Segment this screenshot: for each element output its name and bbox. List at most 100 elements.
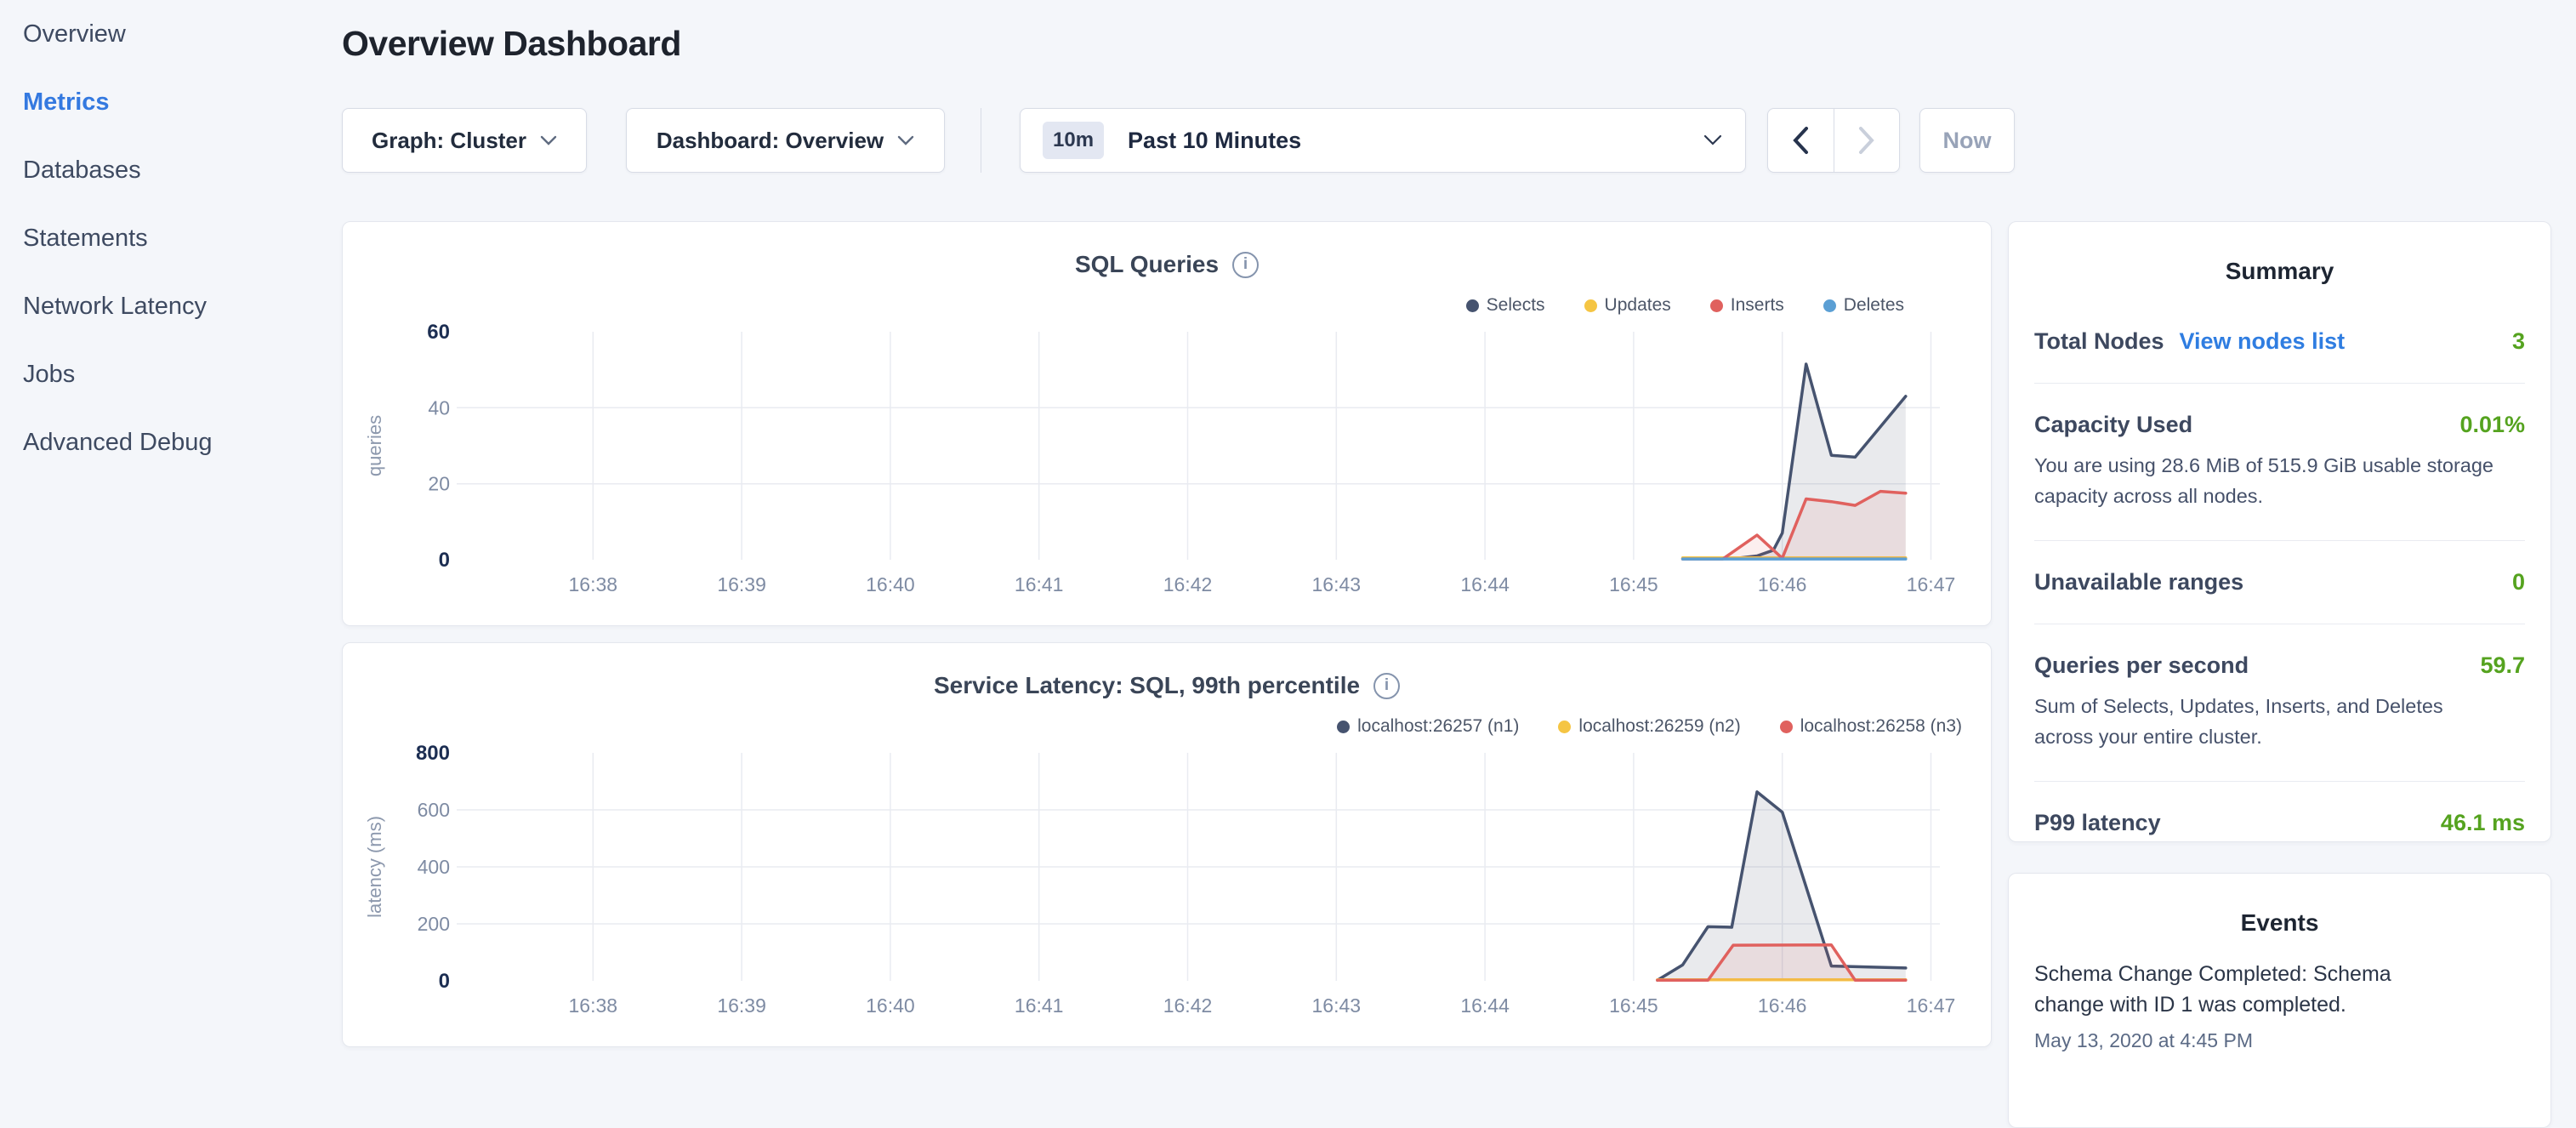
legend-color-dot-icon xyxy=(1710,299,1723,312)
legend-item: Deletes xyxy=(1823,295,1904,316)
legend-item: Updates xyxy=(1584,295,1671,316)
legend-color-dot-icon xyxy=(1780,721,1793,733)
svg-text:40: 40 xyxy=(428,396,450,419)
svg-text:20: 20 xyxy=(428,473,450,495)
dashboard-controls: Graph: Cluster Dashboard: Overview 10m P… xyxy=(342,108,2015,173)
svg-text:latency (ms): latency (ms) xyxy=(364,816,385,918)
capacity-used-value: 0.01% xyxy=(2459,412,2525,438)
legend-color-dot-icon xyxy=(1558,721,1571,733)
unavailable-ranges-value: 0 xyxy=(2512,569,2525,595)
service-latency-legend: localhost:26257 (n1) localhost:26259 (n2)… xyxy=(1337,716,1962,737)
svg-text:16:43: 16:43 xyxy=(1312,994,1362,1017)
dashboard-dropdown[interactable]: Dashboard: Overview xyxy=(626,108,945,173)
graph-scope-dropdown-label: Graph: Cluster xyxy=(372,128,526,154)
event-text: Schema Change Completed: Schema change w… xyxy=(2034,959,2442,1021)
svg-text:16:47: 16:47 xyxy=(1907,573,1956,595)
time-range-label: Past 10 Minutes xyxy=(1128,128,1301,154)
legend-color-dot-icon xyxy=(1466,299,1479,312)
summary-panel-title: Summary xyxy=(2009,222,2550,285)
svg-text:16:42: 16:42 xyxy=(1163,573,1213,595)
svg-text:16:42: 16:42 xyxy=(1163,994,1213,1017)
queries-per-second-value: 59.7 xyxy=(2480,652,2525,679)
chevron-down-icon xyxy=(1703,134,1723,146)
summary-row-unavailable-ranges: Unavailable ranges 0 xyxy=(2034,541,2525,624)
sidebar-nav: Overview Metrics Databases Statements Ne… xyxy=(0,0,340,1051)
summary-row-total-nodes: Total Nodes View nodes list 3 xyxy=(2034,300,2525,384)
queries-per-second-description: Sum of Selects, Updates, Inserts, and De… xyxy=(2034,691,2498,753)
svg-text:16:46: 16:46 xyxy=(1758,573,1807,595)
now-button[interactable]: Now xyxy=(1919,108,2015,173)
legend-color-dot-icon xyxy=(1823,299,1836,312)
sidebar-item-databases[interactable]: Databases xyxy=(0,136,340,204)
capacity-used-description: You are using 28.6 MiB of 515.9 GiB usab… xyxy=(2034,450,2498,512)
sidebar-item-metrics[interactable]: Metrics xyxy=(0,68,340,136)
sidebar-item-statements[interactable]: Statements xyxy=(0,204,340,272)
svg-text:800: 800 xyxy=(416,742,450,765)
sidebar-item-network-latency[interactable]: Network Latency xyxy=(0,272,340,340)
service-latency-chart-card: 16:38 16:39 16:40 16:41 16:42 16:43 16:44 16:45… xyxy=(342,642,1992,1047)
svg-text:16:39: 16:39 xyxy=(717,994,766,1017)
legend-color-dot-icon xyxy=(1337,721,1350,733)
events-panel: Events Schema Change Completed: Schema c… xyxy=(2008,873,2551,1128)
chevron-right-icon xyxy=(1857,125,1876,156)
unavailable-ranges-label: Unavailable ranges xyxy=(2034,569,2243,595)
svg-text:16:44: 16:44 xyxy=(1460,573,1510,595)
chevron-left-icon xyxy=(1791,125,1810,156)
info-icon[interactable]: i xyxy=(1232,252,1259,278)
svg-text:60: 60 xyxy=(427,321,450,344)
svg-text:16:45: 16:45 xyxy=(1609,573,1658,595)
sidebar-item-advanced-debug[interactable]: Advanced Debug xyxy=(0,408,340,476)
sql-queries-plot[interactable]: 16:38 16:39 16:40 16:41 16:42 16:43 16:44 16:45… xyxy=(343,222,1991,625)
service-latency-chart-title: Service Latency: SQL, 99th percentile xyxy=(934,672,1360,699)
legend-item: Selects xyxy=(1466,295,1545,316)
p99-latency-label: P99 latency xyxy=(2034,810,2161,836)
graph-scope-dropdown[interactable]: Graph: Cluster xyxy=(342,108,587,173)
now-button-label: Now xyxy=(1943,128,1992,154)
legend-item: localhost:26257 (n1) xyxy=(1337,716,1519,737)
svg-text:16:38: 16:38 xyxy=(569,573,618,595)
svg-text:16:45: 16:45 xyxy=(1609,994,1658,1017)
page-title: Overview Dashboard xyxy=(342,24,681,64)
sidebar-item-overview[interactable]: Overview xyxy=(0,0,340,68)
svg-text:queries: queries xyxy=(364,415,385,476)
time-step-buttons xyxy=(1767,108,1900,173)
svg-text:16:38: 16:38 xyxy=(569,994,618,1017)
event-list-item[interactable]: Schema Change Completed: Schema change w… xyxy=(2009,937,2550,1052)
sql-queries-chart-title: SQL Queries xyxy=(1075,251,1219,278)
legend-item: localhost:26258 (n3) xyxy=(1780,716,1962,737)
summary-row-queries-per-second: Queries per second 59.7 Sum of Selects, … xyxy=(2034,624,2525,782)
time-range-selector[interactable]: 10m Past 10 Minutes xyxy=(1020,108,1746,173)
dashboard-dropdown-label: Dashboard: Overview xyxy=(657,128,884,154)
queries-per-second-label: Queries per second xyxy=(2034,652,2249,679)
summary-row-p99-latency: P99 latency 46.1 ms xyxy=(2034,782,2525,864)
svg-text:16:43: 16:43 xyxy=(1312,573,1362,595)
overview-dashboard-page: { "sidebar": { "items": [ { "label": "Ov… xyxy=(0,0,2576,1051)
chevron-down-icon xyxy=(540,135,557,145)
info-icon[interactable]: i xyxy=(1373,673,1400,699)
capacity-used-label: Capacity Used xyxy=(2034,412,2192,438)
svg-text:16:40: 16:40 xyxy=(866,573,915,595)
svg-text:16:46: 16:46 xyxy=(1758,994,1807,1017)
time-step-back-button[interactable] xyxy=(1768,109,1834,172)
svg-text:16:41: 16:41 xyxy=(1015,994,1064,1017)
svg-text:16:40: 16:40 xyxy=(866,994,915,1017)
events-panel-title: Events xyxy=(2009,874,2550,937)
legend-item: localhost:26259 (n2) xyxy=(1558,716,1740,737)
total-nodes-value: 3 xyxy=(2512,328,2525,355)
svg-text:16:44: 16:44 xyxy=(1460,994,1510,1017)
svg-text:16:41: 16:41 xyxy=(1015,573,1064,595)
svg-text:200: 200 xyxy=(418,913,450,935)
summary-row-capacity-used: Capacity Used 0.01% You are using 28.6 M… xyxy=(2034,384,2525,541)
sidebar-item-jobs[interactable]: Jobs xyxy=(0,340,340,408)
svg-text:16:39: 16:39 xyxy=(717,573,766,595)
sql-queries-legend: Selects Updates Inserts Deletes xyxy=(1466,295,1904,316)
summary-rows: Total Nodes View nodes list 3 Capacity U… xyxy=(2009,285,2550,864)
view-nodes-list-link[interactable]: View nodes list xyxy=(2180,328,2346,355)
time-step-forward-button[interactable] xyxy=(1834,109,1900,172)
summary-panel: Summary Total Nodes View nodes list 3 Ca… xyxy=(2008,221,2551,842)
svg-text:16:47: 16:47 xyxy=(1907,994,1956,1017)
event-timestamp: May 13, 2020 at 4:45 PM xyxy=(2034,1029,2525,1052)
legend-item: Inserts xyxy=(1710,295,1784,316)
service-latency-plot[interactable]: 16:38 16:39 16:40 16:41 16:42 16:43 16:44 16:45… xyxy=(343,643,1991,1046)
total-nodes-label: Total Nodes xyxy=(2034,328,2164,355)
